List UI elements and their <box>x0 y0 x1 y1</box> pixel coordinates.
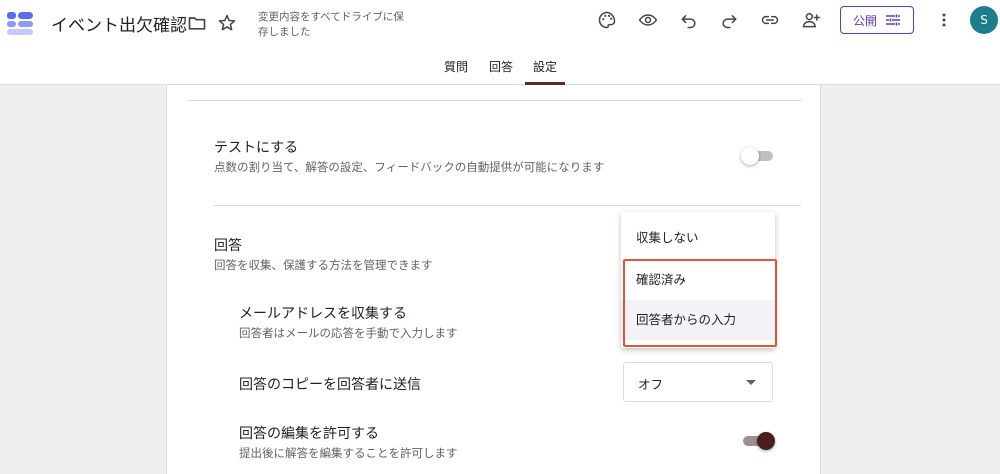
send-copy-select[interactable]: オフ <box>623 362 773 402</box>
quiz-title: テストにする <box>214 140 299 156</box>
avatar[interactable]: S <box>970 6 998 34</box>
top-bar: イベント出欠確認 変更内容をすべてドライブに保存しました 公開 S 質問 回答 … <box>0 0 1000 85</box>
tab-questions[interactable]: 質問 <box>444 58 468 82</box>
responses-description: 回答を収集、保護する方法を管理できます <box>214 258 433 272</box>
collect-email-title: メールアドレスを収集する <box>239 306 407 322</box>
divider <box>214 205 801 206</box>
quiz-toggle[interactable] <box>741 146 775 166</box>
chevron-down-icon <box>746 380 756 385</box>
forms-logo-icon[interactable] <box>6 9 34 37</box>
send-copy-title: 回答のコピーを回答者に送信 <box>239 377 421 393</box>
responses-title: 回答 <box>214 238 242 254</box>
allow-edit-toggle[interactable] <box>741 431 775 451</box>
undo-icon[interactable] <box>675 6 703 34</box>
document-title[interactable]: イベント出欠確認 <box>51 11 187 36</box>
menu-item-do-not-collect[interactable]: 収集しない <box>621 218 775 258</box>
quiz-description: 点数の割り当て、解答の設定、フィードバックの自動提供が可能になります <box>214 160 605 174</box>
divider <box>187 100 801 101</box>
more-vert-icon[interactable] <box>930 6 958 34</box>
tab-settings[interactable]: 設定 <box>525 58 566 85</box>
collect-email-description: 回答者はメールの応答を手動で入力します <box>239 326 458 340</box>
tab-bar: 質問 回答 設定 <box>0 58 1000 85</box>
folder-icon[interactable] <box>183 9 211 37</box>
publish-button[interactable]: 公開 <box>840 6 914 34</box>
sliders-icon <box>886 14 900 26</box>
allow-edit-description: 提出後に解答を編集することを許可します <box>239 446 458 460</box>
redo-icon[interactable] <box>715 6 743 34</box>
toggle-thumb <box>741 147 759 165</box>
toggle-thumb <box>757 432 775 450</box>
tab-responses[interactable]: 回答 <box>489 58 513 82</box>
preview-eye-icon[interactable] <box>634 6 662 34</box>
collect-email-dropdown-menu: 収集しない 確認済み 回答者からの入力 <box>621 212 775 348</box>
publish-label: 公開 <box>852 13 877 28</box>
save-status: 変更内容をすべてドライブに保存しました <box>258 11 404 38</box>
allow-edit-title: 回答の編集を許可する <box>239 426 379 442</box>
send-copy-value: オフ <box>638 377 664 392</box>
menu-item-responder-input[interactable]: 回答者からの入力 <box>621 300 775 340</box>
menu-item-verified[interactable]: 確認済み <box>621 260 775 300</box>
star-icon[interactable] <box>213 9 241 37</box>
palette-icon[interactable] <box>593 6 621 34</box>
link-icon[interactable] <box>756 6 784 34</box>
add-collaborator-icon[interactable] <box>797 6 825 34</box>
